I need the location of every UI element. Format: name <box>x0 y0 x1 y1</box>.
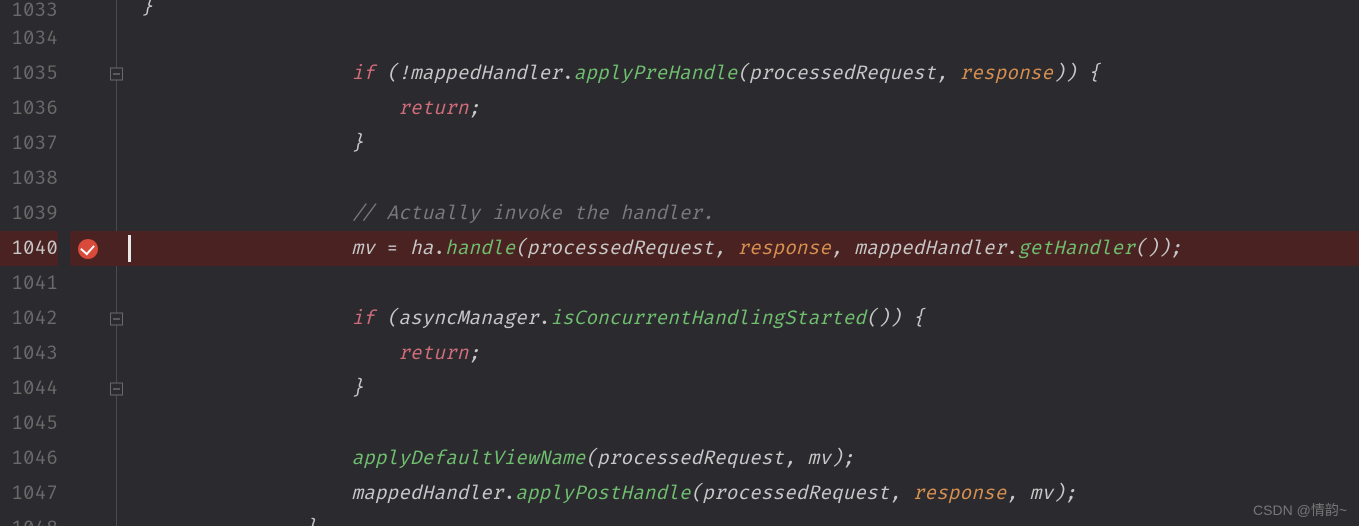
line-number: 1034 <box>0 21 58 56</box>
fold-marker-icon[interactable] <box>110 382 123 395</box>
code-line[interactable] <box>133 161 1359 196</box>
line-number: 1044 <box>0 371 58 406</box>
line-number: 1041 <box>0 266 58 301</box>
code-line[interactable]: // Actually invoke the handler. <box>133 196 1359 231</box>
line-number: 1047 <box>0 476 58 511</box>
code-line[interactable]: } <box>133 0 1359 21</box>
line-number: 1036 <box>0 91 58 126</box>
line-number: 1046 <box>0 441 58 476</box>
code-line[interactable]: } <box>133 371 1359 406</box>
code-line[interactable] <box>133 266 1359 301</box>
line-number: 1038 <box>0 161 58 196</box>
line-number: 1040 <box>0 231 58 266</box>
code-line[interactable]: mappedHandler.applyPostHandle(processedR… <box>133 476 1359 511</box>
code-line[interactable]: } <box>133 511 1359 526</box>
line-number-gutter: 1033 1034 1035 1036 1037 1038 1039 1040 … <box>0 0 70 526</box>
line-number: 1037 <box>0 126 58 161</box>
code-line[interactable]: if (!mappedHandler.applyPreHandle(proces… <box>133 56 1359 91</box>
code-line[interactable]: if (asyncManager.isConcurrentHandlingSta… <box>133 301 1359 336</box>
line-number: 1039 <box>0 196 58 231</box>
code-line[interactable]: return; <box>133 336 1359 371</box>
line-number: 1042 <box>0 301 58 336</box>
code-area[interactable]: } if (!mappedHandler.applyPreHandle(proc… <box>133 0 1359 526</box>
line-number: 1033 <box>0 0 58 21</box>
breakpoint-icon[interactable] <box>78 239 98 259</box>
fold-marker-icon[interactable] <box>110 67 123 80</box>
breakpoint-gutter[interactable] <box>70 0 108 526</box>
code-line[interactable]: mv = ha.handle(processedRequest, respons… <box>133 231 1359 266</box>
code-line[interactable]: return; <box>133 91 1359 126</box>
code-line[interactable]: } <box>133 126 1359 161</box>
text-caret-icon <box>128 235 131 262</box>
line-number: 1045 <box>0 406 58 441</box>
watermark-label: CSDN @情韵~ <box>1253 500 1347 520</box>
code-line[interactable] <box>133 21 1359 56</box>
code-editor[interactable]: 1033 1034 1035 1036 1037 1038 1039 1040 … <box>0 0 1359 526</box>
code-line[interactable] <box>133 406 1359 441</box>
fold-marker-icon[interactable] <box>110 312 123 325</box>
fold-gutter[interactable] <box>108 0 128 526</box>
caret-column <box>128 0 133 526</box>
line-number: 1043 <box>0 336 58 371</box>
line-number: 1048 <box>0 511 58 526</box>
line-number: 1035 <box>0 56 58 91</box>
code-line[interactable]: applyDefaultViewName(processedRequest, m… <box>133 441 1359 476</box>
